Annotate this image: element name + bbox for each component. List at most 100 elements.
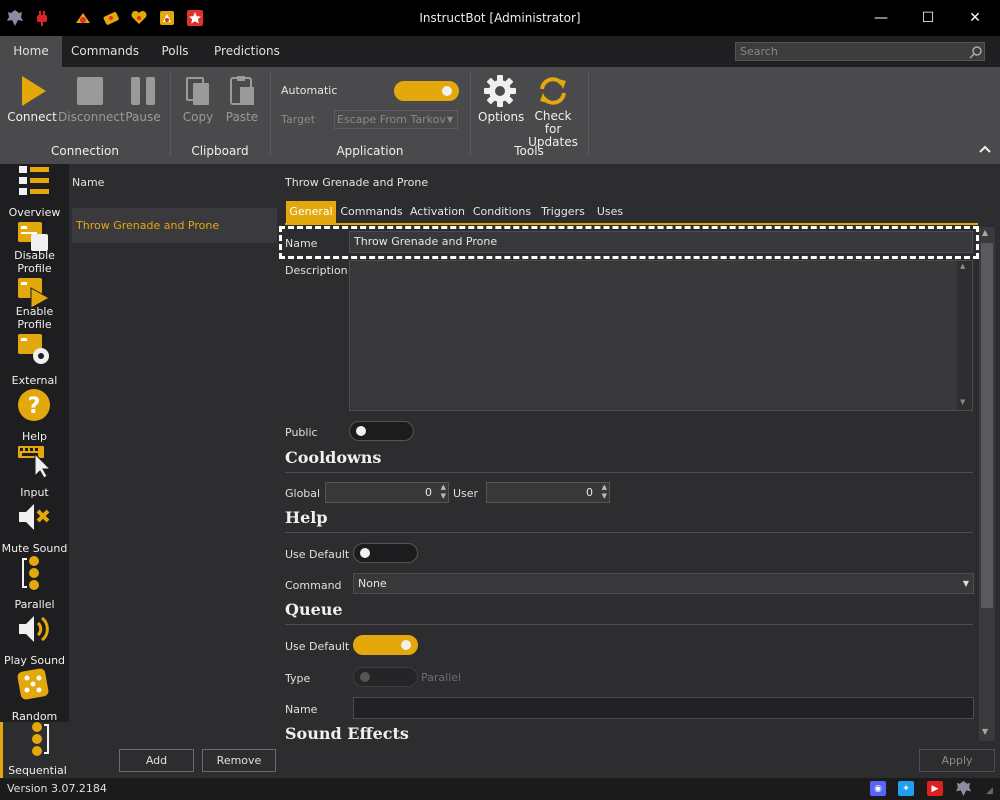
svg-text:?: ? (28, 394, 41, 419)
paste-button[interactable]: Paste (222, 74, 262, 134)
scroll-up-icon[interactable]: ▲ (982, 228, 988, 237)
remove-button[interactable]: Remove (202, 749, 276, 772)
sidebar-item-external[interactable]: External (0, 332, 69, 388)
target-label: Target (281, 113, 316, 126)
global-value: 0 (425, 486, 432, 499)
list-item[interactable]: Throw Grenade and Prone (72, 208, 277, 243)
stepper-arrows-icon[interactable]: ▲ ▼ (441, 483, 446, 501)
command-dropdown[interactable]: None ▼ (353, 573, 974, 594)
tab-predictions[interactable]: Predictions (214, 36, 280, 67)
sidebar-item-help[interactable]: ? Help (0, 388, 69, 444)
check-updates-button[interactable]: Check for Updates (526, 74, 580, 149)
public-label: Public (285, 426, 318, 439)
disconnect-button[interactable]: Disconnect (58, 74, 125, 134)
list-pane (69, 164, 280, 778)
type-label: Type (285, 672, 311, 685)
queue-name-field[interactable] (353, 697, 974, 719)
scroll-up-icon[interactable]: ▲ (960, 262, 965, 270)
scroll-down-icon[interactable]: ▼ (960, 398, 965, 406)
sidebar-item-enable-profile[interactable]: Enable Profile (0, 276, 69, 332)
clipboard-group-label: Clipboard (191, 144, 249, 158)
copy-icon (186, 77, 209, 105)
sidebar-item-mute-sound[interactable]: Mute Sound (0, 500, 69, 556)
description-scrollbar[interactable] (957, 261, 972, 410)
sidebar-item-parallel[interactable]: Parallel (0, 556, 69, 612)
type-toggle[interactable] (353, 667, 418, 687)
queue-use-default-toggle[interactable] (353, 635, 418, 655)
user-cooldown-stepper[interactable]: 0 ▲ ▼ (486, 482, 610, 503)
tab-triggers[interactable]: Triggers (537, 201, 589, 223)
refresh-icon (540, 77, 566, 105)
tab-activation[interactable]: Activation (408, 201, 467, 223)
target-value: Escape From Tarkov (337, 113, 446, 126)
mute-icon (19, 504, 50, 530)
sidebar-item-label: Help (21, 430, 48, 443)
version-text: Version 3.07.2184 (7, 782, 107, 795)
gear-icon (484, 75, 516, 107)
tab-conditions[interactable]: Conditions (472, 201, 532, 223)
automatic-label: Automatic (281, 84, 338, 97)
target-dropdown[interactable]: Escape From Tarkov ▼ (334, 110, 458, 129)
sidebar-item-label: Input (20, 486, 49, 499)
maximize-button[interactable]: ☐ (905, 0, 951, 36)
search-icon[interactable] (969, 45, 983, 59)
parallel-icon (22, 556, 39, 590)
twitter-icon[interactable]: ✦ (898, 781, 914, 796)
sidebar-item-input[interactable]: Input (0, 444, 69, 500)
tab-polls[interactable]: Polls (152, 36, 198, 67)
sidebar-item-disable-profile[interactable]: Disable Profile (0, 220, 69, 276)
sidebar-item-overview[interactable]: Overview (0, 164, 69, 220)
sidebar-item-label: External (11, 374, 58, 387)
public-toggle[interactable] (349, 421, 414, 441)
help-heading: Help (285, 508, 328, 527)
help-use-default-toggle[interactable] (353, 543, 418, 563)
minimize-button[interactable]: — (858, 0, 904, 36)
add-button[interactable]: Add (119, 749, 194, 772)
scrollbar-thumb[interactable] (981, 243, 993, 608)
app-logo-icon[interactable] (955, 780, 972, 797)
options-button[interactable]: Options (478, 74, 524, 134)
collapse-ribbon-icon[interactable] (978, 143, 992, 155)
sidebar-item-label: Disable Profile (14, 249, 55, 275)
apply-button[interactable]: Apply (919, 749, 995, 772)
tab-commands[interactable]: Commands (70, 36, 140, 67)
automatic-toggle[interactable] (394, 81, 459, 101)
close-button[interactable]: ✕ (952, 0, 998, 36)
sidebar-item-play-sound[interactable]: Play Sound (0, 612, 69, 668)
tab-underline (285, 223, 978, 225)
queue-name-label: Name (285, 703, 318, 716)
tab-home[interactable]: Home (0, 36, 62, 67)
connect-button[interactable]: Connect (6, 74, 58, 134)
tab-uses[interactable]: Uses (594, 201, 626, 223)
copy-label: Copy (182, 110, 214, 124)
help-icon: ? (18, 389, 50, 421)
dice-icon (17, 668, 49, 700)
tab-general[interactable]: General (286, 201, 336, 223)
window-title: InstructBot [Administrator] (419, 11, 581, 25)
global-cooldown-stepper[interactable]: 0 ▲ ▼ (325, 482, 449, 503)
paste-label: Paste (225, 110, 259, 124)
tab-commands[interactable]: Commands (340, 201, 403, 223)
tools-group-label: Tools (514, 144, 544, 158)
sidebar-item-label: Parallel (14, 598, 55, 611)
copy-button[interactable]: Copy (178, 74, 218, 134)
stepper-arrows-icon[interactable]: ▲ ▼ (602, 483, 607, 501)
status-bar (0, 778, 1000, 800)
pause-button[interactable]: Pause (122, 74, 164, 134)
queue-heading: Queue (285, 600, 343, 619)
youtube-icon[interactable]: ▶ (927, 781, 943, 796)
name-field[interactable]: Throw Grenade and Prone (349, 231, 973, 253)
sound-effects-heading: Sound Effects (285, 724, 409, 743)
sidebar-item-sequential[interactable]: Sequential (0, 722, 69, 778)
search-input[interactable]: Search (735, 42, 985, 61)
command-value: None (358, 577, 387, 590)
list-header: Name (72, 176, 105, 189)
sidebar-item-label: Enable Profile (15, 305, 54, 331)
resize-grip-icon[interactable]: ◢ (986, 786, 993, 796)
discord-icon[interactable]: ◉ (870, 781, 886, 796)
description-field[interactable] (349, 260, 973, 411)
toggle-knob (401, 640, 411, 650)
scroll-down-icon[interactable]: ▼ (982, 727, 988, 736)
section-divider (285, 624, 973, 625)
sidebar-item-random[interactable]: Random (0, 668, 69, 724)
